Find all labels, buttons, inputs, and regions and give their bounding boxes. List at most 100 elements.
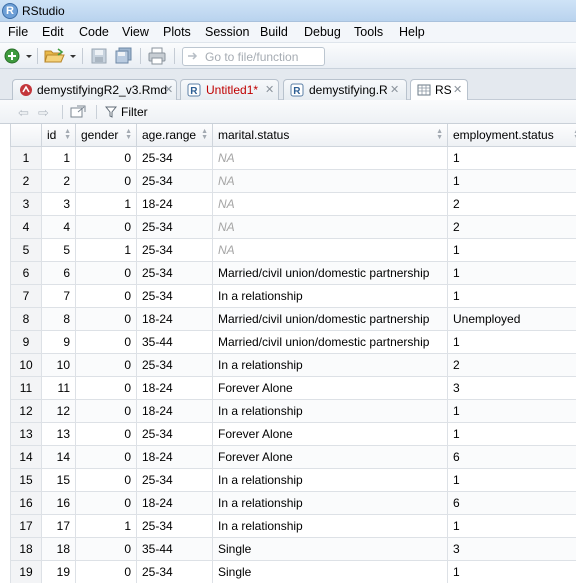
menu-view[interactable]: View: [122, 25, 149, 39]
table-row[interactable]: 5 5 1 25-34 NA 1: [10, 237, 576, 262]
column-header-marital-status[interactable]: marital.status ▲ ▼: [212, 124, 448, 147]
tab-rs[interactable]: RS ✕: [410, 79, 468, 101]
save-all-icon[interactable]: [115, 47, 133, 65]
sort-icon: ▲▼: [125, 128, 132, 141]
table-row[interactable]: 12 12 0 18-24 In a relationship 1: [10, 398, 576, 423]
cell-marital-status: Married/civil union/domestic partnership: [212, 306, 448, 331]
menu-build[interactable]: Build: [260, 25, 288, 39]
close-icon[interactable]: ✕: [265, 83, 274, 96]
cell-marital-status: In a relationship: [212, 352, 448, 377]
cell-employment-status: 1: [447, 559, 576, 583]
cell-employment-status: 6: [447, 444, 576, 469]
menu-session[interactable]: Session: [205, 25, 249, 39]
cell-gender: 0: [75, 306, 137, 331]
cell-marital-status: NA: [212, 145, 448, 170]
table-row[interactable]: 8 8 0 18-24 Married/civil union/domestic par…: [10, 306, 576, 331]
close-icon[interactable]: ✕: [164, 83, 173, 96]
cell-employment-status: 1: [447, 237, 576, 262]
menu-tools[interactable]: Tools: [354, 25, 383, 39]
cell-gender: 0: [75, 559, 137, 583]
new-file-icon[interactable]: [4, 47, 22, 65]
cell-age-range: 25-34: [136, 559, 213, 583]
table-row[interactable]: 3 3 1 18-24 NA 2: [10, 191, 576, 216]
new-file-dropdown-icon[interactable]: [24, 47, 34, 65]
cell-age-range: 25-34: [136, 145, 213, 170]
menu-help[interactable]: Help: [399, 25, 425, 39]
cell-employment-status: 6: [447, 490, 576, 515]
cell-id: 4: [41, 214, 76, 239]
row-number: 19: [10, 559, 42, 583]
row-number: 17: [10, 513, 42, 538]
table-row[interactable]: 18 18 0 35-44 Single 3: [10, 536, 576, 561]
svg-text:R: R: [190, 86, 198, 97]
close-icon[interactable]: ✕: [453, 83, 462, 96]
cell-age-range: 25-34: [136, 421, 213, 446]
table-row[interactable]: 9 9 0 35-44 Married/civil union/domestic par…: [10, 329, 576, 354]
back-arrow-icon[interactable]: ⇦: [18, 105, 29, 121]
table-row[interactable]: 6 6 0 25-34 Married/civil union/domestic par…: [10, 260, 576, 285]
open-recent-dropdown-icon[interactable]: [68, 47, 78, 65]
menu-file[interactable]: File: [8, 25, 28, 39]
table-row[interactable]: 16 16 0 18-24 In a relationship 6: [10, 490, 576, 515]
table-row[interactable]: 4 4 0 25-34 NA 2: [10, 214, 576, 239]
table-row[interactable]: 17 17 1 25-34 In a relationship 1: [10, 513, 576, 538]
column-header-age-range[interactable]: age.range ▲ ▼: [136, 124, 213, 147]
menu-debug[interactable]: Debug: [304, 25, 341, 39]
goto-placeholder: Go to file/function: [205, 50, 299, 64]
table-row[interactable]: 15 15 0 25-34 In a relationship 1: [10, 467, 576, 492]
save-icon[interactable]: [90, 47, 108, 65]
cell-marital-status: NA: [212, 237, 448, 262]
rstudio-logo-icon: R: [2, 3, 18, 19]
print-icon[interactable]: [148, 47, 166, 65]
menu-plots[interactable]: Plots: [163, 25, 191, 39]
row-number: 7: [10, 283, 42, 308]
table-row[interactable]: 14 14 0 18-24 Forever Alone 6: [10, 444, 576, 469]
table-row[interactable]: 11 11 0 18-24 Forever Alone 3: [10, 375, 576, 400]
open-folder-icon[interactable]: [44, 47, 66, 65]
cell-gender: 0: [75, 398, 137, 423]
table-body: 1 1 0 25-34 NA 1 2 2 0 25-34 NA 1 3 3 1 18-24 NA 2 4 4 0 25-3…: [10, 145, 576, 583]
show-in-new-window-icon[interactable]: [70, 105, 86, 119]
forward-arrow-icon[interactable]: ⇨: [38, 105, 49, 121]
goto-file-function-input[interactable]: Go to file/function: [182, 47, 325, 66]
close-icon[interactable]: ✕: [390, 83, 399, 96]
column-header-employment-status[interactable]: employment.status▲▼: [447, 124, 576, 147]
table-row[interactable]: 10 10 0 25-34 In a relationship 2: [10, 352, 576, 377]
window-title: RStudio: [22, 4, 65, 18]
cell-id: 9: [41, 329, 76, 354]
table-row[interactable]: 2 2 0 25-34 NA 1: [10, 168, 576, 193]
cell-employment-status: Unemployed: [447, 306, 576, 331]
cell-marital-status: In a relationship: [212, 283, 448, 308]
cell-marital-status: NA: [212, 168, 448, 193]
table-row[interactable]: 1 1 0 25-34 NA 1: [10, 145, 576, 170]
column-header-gender[interactable]: gender ▲ ▼: [75, 124, 137, 147]
row-number: 18: [10, 536, 42, 561]
cell-age-range: 18-24: [136, 306, 213, 331]
tab-untitled1[interactable]: R Untitled1* ✕: [180, 79, 279, 100]
table-row[interactable]: 7 7 0 25-34 In a relationship 1: [10, 283, 576, 308]
cell-id: 10: [41, 352, 76, 377]
cell-marital-status: Single: [212, 536, 448, 561]
table-row[interactable]: 13 13 0 25-34 Forever Alone 1: [10, 421, 576, 446]
menu-code[interactable]: Code: [79, 25, 109, 39]
column-header-id[interactable]: id ▲ ▼: [41, 124, 76, 147]
cell-employment-status: 3: [447, 375, 576, 400]
cell-age-range: 18-24: [136, 191, 213, 216]
table-icon: [417, 84, 431, 96]
filter-button[interactable]: Filter: [121, 105, 148, 119]
cell-age-range: 25-34: [136, 237, 213, 262]
toolbar-separator: [96, 105, 97, 119]
cell-marital-status: Married/civil union/domestic partnership: [212, 329, 448, 354]
cell-gender: 0: [75, 490, 137, 515]
cell-marital-status: In a relationship: [212, 513, 448, 538]
row-number: 16: [10, 490, 42, 515]
table-row[interactable]: 19 19 0 25-34 Single 1: [10, 559, 576, 583]
cell-gender: 0: [75, 329, 137, 354]
editor-tab-strip: demystifyingR2_v3.Rmd ✕ R Untitled1* ✕ R…: [0, 69, 576, 101]
filter-icon[interactable]: [105, 106, 117, 118]
cell-id: 3: [41, 191, 76, 216]
tab-demystifyingR2-rmd[interactable]: demystifyingR2_v3.Rmd ✕: [12, 79, 177, 100]
menu-edit[interactable]: Edit: [42, 25, 64, 39]
tab-demystifying-r[interactable]: R demystifying.R ✕: [283, 79, 407, 100]
cell-employment-status: 2: [447, 214, 576, 239]
